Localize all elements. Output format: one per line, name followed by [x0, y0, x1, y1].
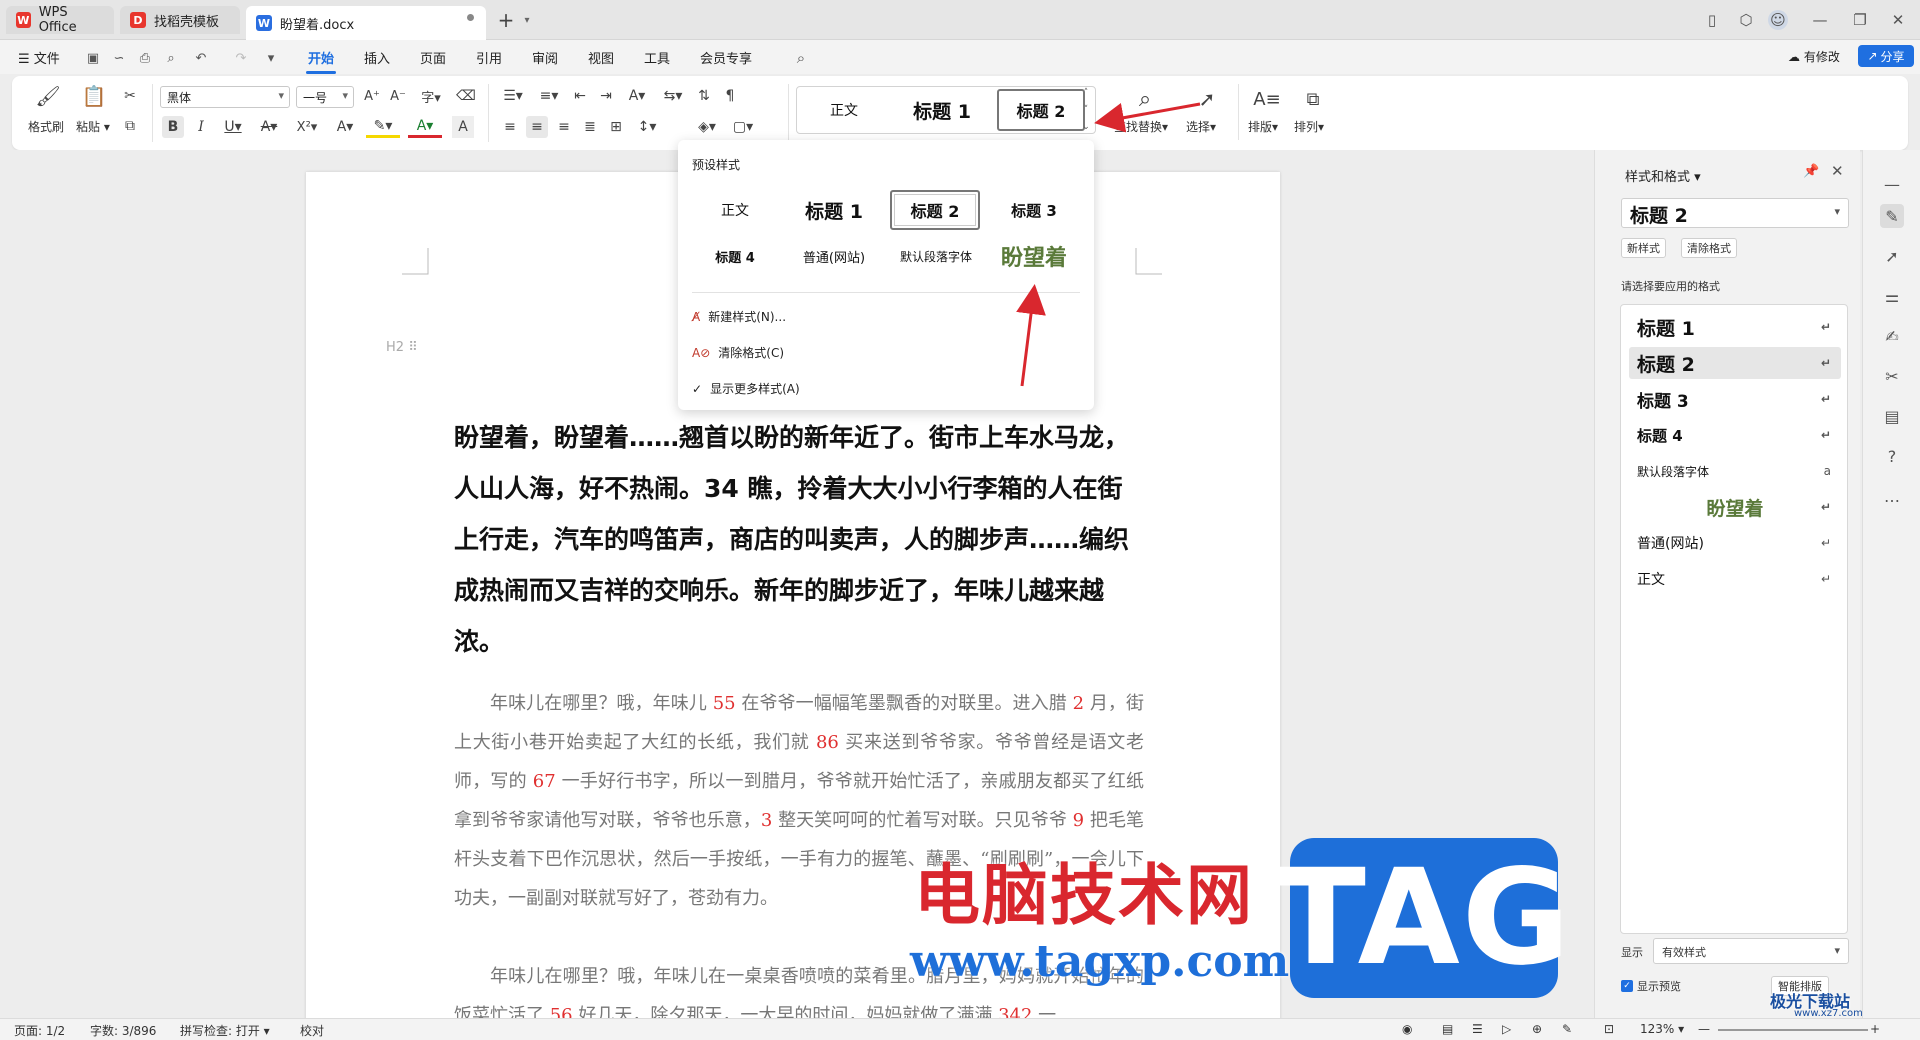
watermark-site-url: www.tagxp.com [910, 936, 1290, 987]
arrow-to-gallery-expand [1094, 102, 1201, 133]
watermark-brand2-url: www.xz7.com [1794, 1008, 1863, 1019]
watermark-site-name: 电脑技术网 [914, 857, 1254, 934]
arrow-to-custom-style [1016, 284, 1046, 387]
watermark-tag-logo: TAG [1276, 838, 1570, 998]
